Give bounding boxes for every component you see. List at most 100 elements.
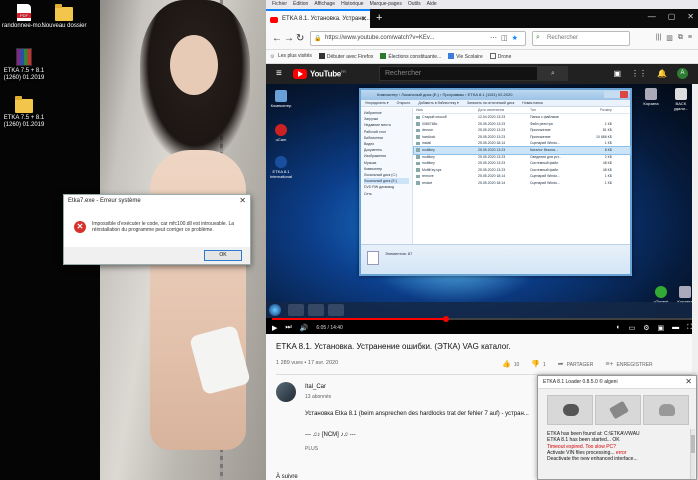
computer-icon — [275, 90, 287, 102]
reload-icon[interactable]: ↻ — [296, 33, 304, 44]
loader-title: ETKA 8.1 Loader 0.8.5.0 © algeni — [538, 376, 696, 389]
video-explorer-window: Компьютер › Локальный диск (E:) › Програ… — [359, 88, 632, 276]
explorer-cell-type: Приложение — [530, 134, 551, 139]
loader-scrollbar[interactable] — [690, 429, 695, 479]
explorer-row: restart 25.05.2020 18:14 Сценарий Windo...… — [414, 180, 630, 187]
bookmark-most-visited[interactable]: ⚙ Les plus visités — [270, 53, 312, 60]
channel-avatar[interactable] — [276, 382, 296, 402]
explorer-cell-type: Сценарий Windo... — [530, 141, 560, 146]
miniplayer-icon[interactable]: ▣ — [657, 324, 664, 332]
ok-button[interactable]: OK — [204, 250, 242, 261]
autoplay-toggle-icon[interactable]: ◐ — [616, 324, 620, 331]
menu-item-affichage[interactable]: Affichage — [314, 1, 335, 8]
apps-grid-icon[interactable]: ⋮⋮ — [631, 69, 647, 78]
tab-youtube-video[interactable]: ETKA 8.1. Установка. Устране... ✕ — [266, 9, 370, 28]
loader-log-text: Activate VIN files processing... — [547, 449, 616, 456]
bookmark-drone[interactable]: Drone — [489, 53, 511, 60]
desktop-icon-new-folder[interactable]: Nouveau dossier — [40, 4, 88, 30]
desktop-icon-etka-archive[interactable]: ETKA 7.5 + 8.1 (1260) 01.2019 — [0, 48, 48, 82]
menu-item-fichier[interactable]: Fichier — [272, 1, 287, 8]
wallpaper-face — [170, 35, 218, 95]
youtube-logo-icon[interactable] — [293, 69, 307, 79]
close-icon[interactable]: ✕ — [239, 196, 246, 205]
menu-item-outils[interactable]: Outils — [408, 1, 421, 8]
next-video-icon[interactable]: ⏭ — [285, 324, 291, 332]
video-time: 6:05 / 14:40 — [316, 324, 343, 331]
error-dialog: Etka7.exe - Erreur système ✕ ✕ Impossibl… — [63, 194, 251, 265]
explorer-cell-name: hardlock — [414, 134, 478, 141]
explorer-cell-size: 10 686 КБ — [595, 134, 612, 139]
subtitles-icon[interactable]: ▭ — [629, 324, 636, 332]
channel-name[interactable]: Ital_Car — [305, 384, 326, 390]
car-key-icon — [563, 404, 579, 416]
video-progress-bar[interactable] — [272, 316, 692, 322]
bookmark-label: Vie Scolaire — [456, 54, 483, 60]
loader-usb-button[interactable] — [595, 395, 641, 425]
menu-item-aide[interactable]: Aide — [427, 1, 437, 8]
maximize-icon[interactable]: ▢ — [668, 12, 676, 21]
error-dialog-title: Etka7.exe - Erreur système — [68, 198, 141, 204]
youtube-search-input[interactable]: Rechercher — [379, 66, 538, 81]
bookmark-star-icon[interactable]: ★ — [512, 34, 518, 42]
bookmark-elections[interactable]: Élections constituante... — [380, 53, 441, 60]
extension-icon[interactable]: ⧉ — [678, 34, 683, 42]
avatar[interactable]: A — [677, 68, 688, 79]
menu-hamburger-icon[interactable]: ≡ — [688, 34, 692, 42]
menu-item-marque-pages[interactable]: Marque-pages — [370, 1, 402, 8]
pocket-icon[interactable]: ◫ — [501, 34, 508, 42]
gear-icon: ⚙ — [270, 54, 275, 60]
notifications-bell-icon[interactable]: 🔔 — [657, 69, 667, 78]
menu-item-historique[interactable]: Historique — [341, 1, 364, 8]
bookmark-firefox-start[interactable]: Débuter avec Firefox — [318, 53, 374, 60]
explorer-cell-type: Сведения для уст... — [530, 154, 562, 159]
search-bar[interactable]: ⌕ Rechercher — [532, 31, 630, 46]
video-player[interactable]: Компьютер uCam ETKA 8.1 International Ко… — [266, 84, 698, 334]
page-actions-icon[interactable]: ⋯ — [490, 34, 497, 42]
utorrent-icon — [655, 286, 667, 298]
volume-icon[interactable]: 🔊 — [300, 324, 309, 332]
loader-log-text: Timeout expired. Too slow PC? — [547, 443, 616, 450]
menu-item-edition[interactable]: Édition — [293, 1, 308, 8]
show-more-button[interactable]: PLUS — [305, 446, 318, 452]
close-icon[interactable]: ✕ — [685, 377, 692, 386]
play-icon[interactable]: ▶ — [272, 324, 277, 332]
search-icon: ⌕ — [551, 70, 555, 77]
explorer-cell-name: MultiKey.sys — [414, 167, 478, 174]
guide-menu-icon[interactable]: ≡ — [276, 68, 282, 79]
etka-icon — [275, 156, 287, 168]
explorer-row: devcon 25.05.2020 13:23 Приложение 81 КБ — [414, 127, 630, 134]
scrollbar-thumb[interactable] — [691, 435, 695, 453]
loader-key-button[interactable] — [547, 395, 593, 425]
like-button[interactable]: 👍 10 — [502, 360, 519, 368]
desktop-icon-etka-folder[interactable]: ETKA 7.5 + 8.1 (1260) 01.2019 — [0, 96, 48, 129]
create-video-icon[interactable]: ▣ — [613, 69, 621, 78]
bookmark-vie-scolaire[interactable]: Vie Scolaire — [448, 53, 483, 60]
explorer-cell-name: install — [414, 140, 478, 147]
settings-gear-icon[interactable]: ⚙ — [643, 324, 649, 332]
save-button[interactable]: ≡+ ENREGISTRER — [605, 361, 652, 368]
forward-arrow-icon[interactable]: → — [284, 33, 294, 44]
dislike-button[interactable]: 👎 1 — [531, 360, 546, 368]
explorer-sidebar-item: Сеть — [364, 191, 372, 196]
youtube-wordmark[interactable]: YouTubeFR — [310, 69, 346, 79]
library-icon[interactable]: ||| — [656, 34, 661, 42]
video-desktop-icon-label: Компьютер — [270, 103, 292, 108]
theater-mode-icon[interactable]: ▬ — [672, 324, 679, 331]
share-button[interactable]: ➦ PARTAGER — [558, 360, 594, 368]
new-tab-icon[interactable]: + — [376, 12, 382, 24]
explorer-cell-size: 48 КБ — [602, 167, 612, 172]
explorer-toolbar-item: Записать на оптический диск — [466, 101, 515, 105]
close-window-icon[interactable]: ✕ — [687, 12, 694, 21]
minimize-icon[interactable]: — — [648, 12, 656, 21]
youtube-search-button[interactable]: ⌕ — [538, 66, 568, 81]
file-icon — [367, 251, 379, 265]
loader-database-button[interactable] — [643, 395, 689, 425]
close-tab-icon[interactable]: ✕ — [361, 15, 367, 23]
sidebar-icon[interactable]: ▥ — [666, 34, 673, 42]
explorer-toolbar-item: Новая папка — [522, 101, 543, 105]
explorer-cell-size: 48 КБ — [602, 161, 612, 166]
loader-log: ETKA has been found at: C:\ETKA\VWAU ETKA… — [547, 431, 687, 462]
back-arrow-icon[interactable]: ← — [272, 33, 282, 44]
site-bookmark-icon — [380, 53, 387, 59]
bookmark-label: Débuter avec Firefox — [326, 54, 374, 60]
